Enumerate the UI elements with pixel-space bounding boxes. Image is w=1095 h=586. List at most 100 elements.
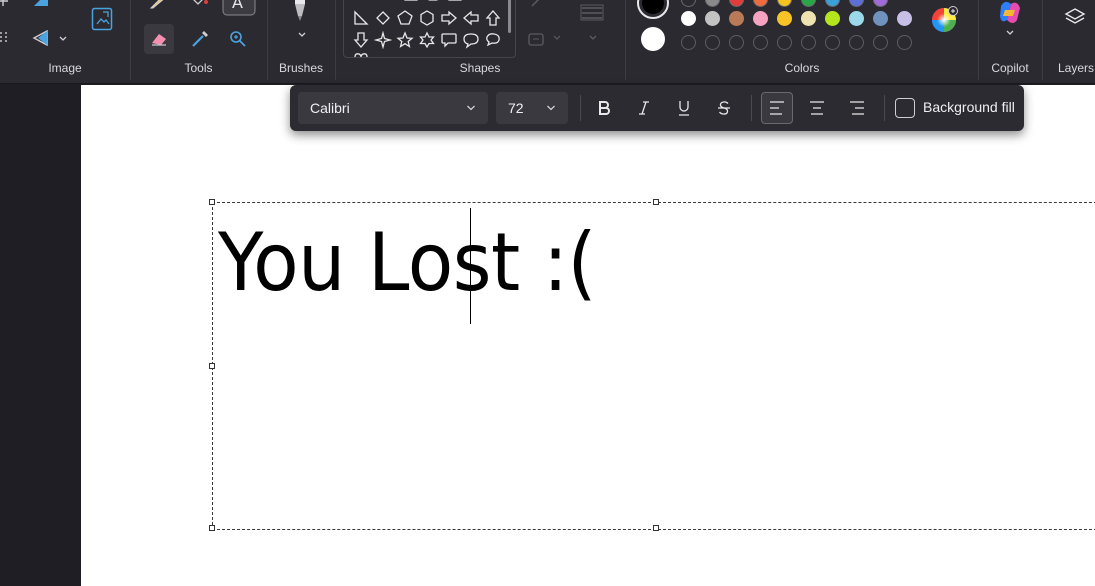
- color-swatch[interactable]: [681, 11, 696, 26]
- six-point-star-shape-icon[interactable]: [418, 31, 436, 49]
- secondary-color-button[interactable]: [641, 27, 665, 51]
- empty-color-slot[interactable]: [849, 35, 864, 50]
- primary-color-swatch: [642, 0, 664, 14]
- text-caret: [470, 208, 471, 324]
- image-group-label: Image: [48, 61, 82, 75]
- align-left-icon: [770, 101, 784, 115]
- underline-button[interactable]: [668, 92, 700, 124]
- left-arrow-shape-icon[interactable]: [462, 9, 480, 27]
- shape-outline-icon[interactable]: [528, 0, 558, 10]
- eraser-icon[interactable]: [144, 24, 174, 54]
- color-swatch[interactable]: [873, 11, 888, 26]
- color-picker-icon[interactable]: [190, 29, 210, 49]
- background-fill-checkbox[interactable]: [895, 98, 915, 118]
- chevron-down-icon[interactable]: [297, 30, 307, 40]
- rounded-rectangle-shape-icon[interactable]: [424, 0, 442, 9]
- right-arrow-shape-icon[interactable]: [440, 9, 458, 27]
- copilot-icon[interactable]: [997, 0, 1023, 26]
- shapes-gallery-scrollbar[interactable]: [508, 0, 511, 33]
- tools-group: A Tools: [131, 0, 266, 83]
- empty-color-slot[interactable]: [777, 35, 792, 50]
- ellipse-shape-icon[interactable]: [446, 0, 464, 9]
- font-size-value: 72: [508, 100, 524, 116]
- rectangle-shape-icon[interactable]: [402, 0, 420, 9]
- selection-icon[interactable]: [0, 0, 10, 8]
- color-swatch[interactable]: [753, 11, 768, 26]
- chevron-down-icon[interactable]: [588, 33, 598, 43]
- crop-icon[interactable]: [32, 0, 50, 8]
- bold-icon: [599, 101, 610, 115]
- chevron-down-icon[interactable]: [60, 0, 70, 2]
- empty-color-slot[interactable]: [681, 35, 696, 50]
- line-shape-icon[interactable]: [358, 0, 376, 9]
- color-swatch[interactable]: [801, 11, 816, 26]
- toolbar-divider: [580, 95, 581, 121]
- font-family-dropdown[interactable]: Calibri: [298, 92, 488, 124]
- toolbar-divider: [884, 95, 885, 121]
- color-swatch[interactable]: [897, 11, 912, 26]
- fill-bucket-icon[interactable]: [189, 0, 209, 10]
- workspace-background: [0, 85, 80, 586]
- text-tool-icon[interactable]: A: [222, 0, 256, 16]
- color-swatch[interactable]: [705, 11, 720, 26]
- canvas-text[interactable]: You Lost :(: [218, 215, 597, 311]
- font-size-dropdown[interactable]: 72: [496, 92, 568, 124]
- rotate-icon[interactable]: [32, 30, 50, 46]
- heart-shape-icon[interactable]: [352, 51, 370, 69]
- chevron-down-icon[interactable]: [58, 34, 68, 44]
- empty-color-slot[interactable]: [729, 35, 744, 50]
- strikethrough-button[interactable]: [708, 92, 740, 124]
- chevron-down-icon: [467, 105, 475, 111]
- empty-color-slot[interactable]: [897, 35, 912, 50]
- italic-button[interactable]: [628, 92, 660, 124]
- down-arrow-shape-icon[interactable]: [352, 31, 370, 49]
- empty-color-slot[interactable]: [753, 35, 768, 50]
- pentagon-shape-icon[interactable]: [396, 9, 414, 27]
- rounded-callout-shape-icon[interactable]: [440, 31, 458, 49]
- empty-color-slot[interactable]: [825, 35, 840, 50]
- shape-size-icon[interactable]: [580, 2, 606, 24]
- empty-color-slot[interactable]: [801, 35, 816, 50]
- color-swatch[interactable]: [729, 11, 744, 26]
- four-point-star-shape-icon[interactable]: [374, 31, 392, 49]
- magnifier-icon[interactable]: [229, 30, 247, 48]
- cloud-callout-shape-icon[interactable]: [484, 31, 502, 49]
- ribbon: Image A Tools Brushes Shapes Colors Copi…: [0, 0, 1095, 84]
- color-swatch[interactable]: [777, 11, 792, 26]
- align-center-icon: [810, 101, 824, 115]
- empty-color-slot[interactable]: [873, 35, 888, 50]
- oval-callout-shape-icon[interactable]: [462, 31, 480, 49]
- copilot-group-label: Copilot: [991, 61, 1029, 75]
- hexagon-shape-icon[interactable]: [418, 9, 436, 27]
- right-triangle-shape-icon[interactable]: [352, 9, 370, 27]
- shape-fill-icon[interactable]: [528, 30, 566, 48]
- select-all-icon[interactable]: [0, 30, 10, 46]
- align-right-button[interactable]: [841, 92, 873, 124]
- resize-handle-bottom[interactable]: [653, 525, 659, 531]
- strikethrough-icon: [718, 101, 730, 115]
- tools-group-label: Tools: [184, 61, 213, 75]
- image-resize-icon[interactable]: [91, 6, 113, 32]
- align-center-button[interactable]: [801, 92, 833, 124]
- chevron-down-icon[interactable]: [1005, 28, 1015, 38]
- resize-handle-top[interactable]: [653, 199, 659, 205]
- shapes-gallery[interactable]: [343, 0, 516, 58]
- align-left-button[interactable]: [761, 92, 793, 124]
- bold-button[interactable]: [588, 92, 620, 124]
- up-arrow-shape-icon[interactable]: [484, 9, 502, 27]
- resize-handle-left[interactable]: [209, 363, 215, 369]
- color-swatch[interactable]: [849, 11, 864, 26]
- text-box[interactable]: You Lost :(: [209, 199, 1095, 531]
- resize-handle-bottom-left[interactable]: [209, 525, 215, 531]
- resize-handle-top-left[interactable]: [209, 199, 215, 205]
- diamond-shape-icon[interactable]: [374, 9, 392, 27]
- text-format-toolbar: Calibri 72 Background fill: [290, 85, 1024, 131]
- brush-icon[interactable]: [291, 0, 309, 22]
- color-swatch[interactable]: [825, 11, 840, 26]
- five-point-star-shape-icon[interactable]: [396, 31, 414, 49]
- empty-color-slot[interactable]: [705, 35, 720, 50]
- pencil-icon[interactable]: [149, 0, 167, 10]
- layers-icon[interactable]: [1064, 7, 1086, 29]
- background-fill-label[interactable]: Background fill: [923, 99, 1015, 115]
- edit-colors-icon[interactable]: [931, 6, 959, 34]
